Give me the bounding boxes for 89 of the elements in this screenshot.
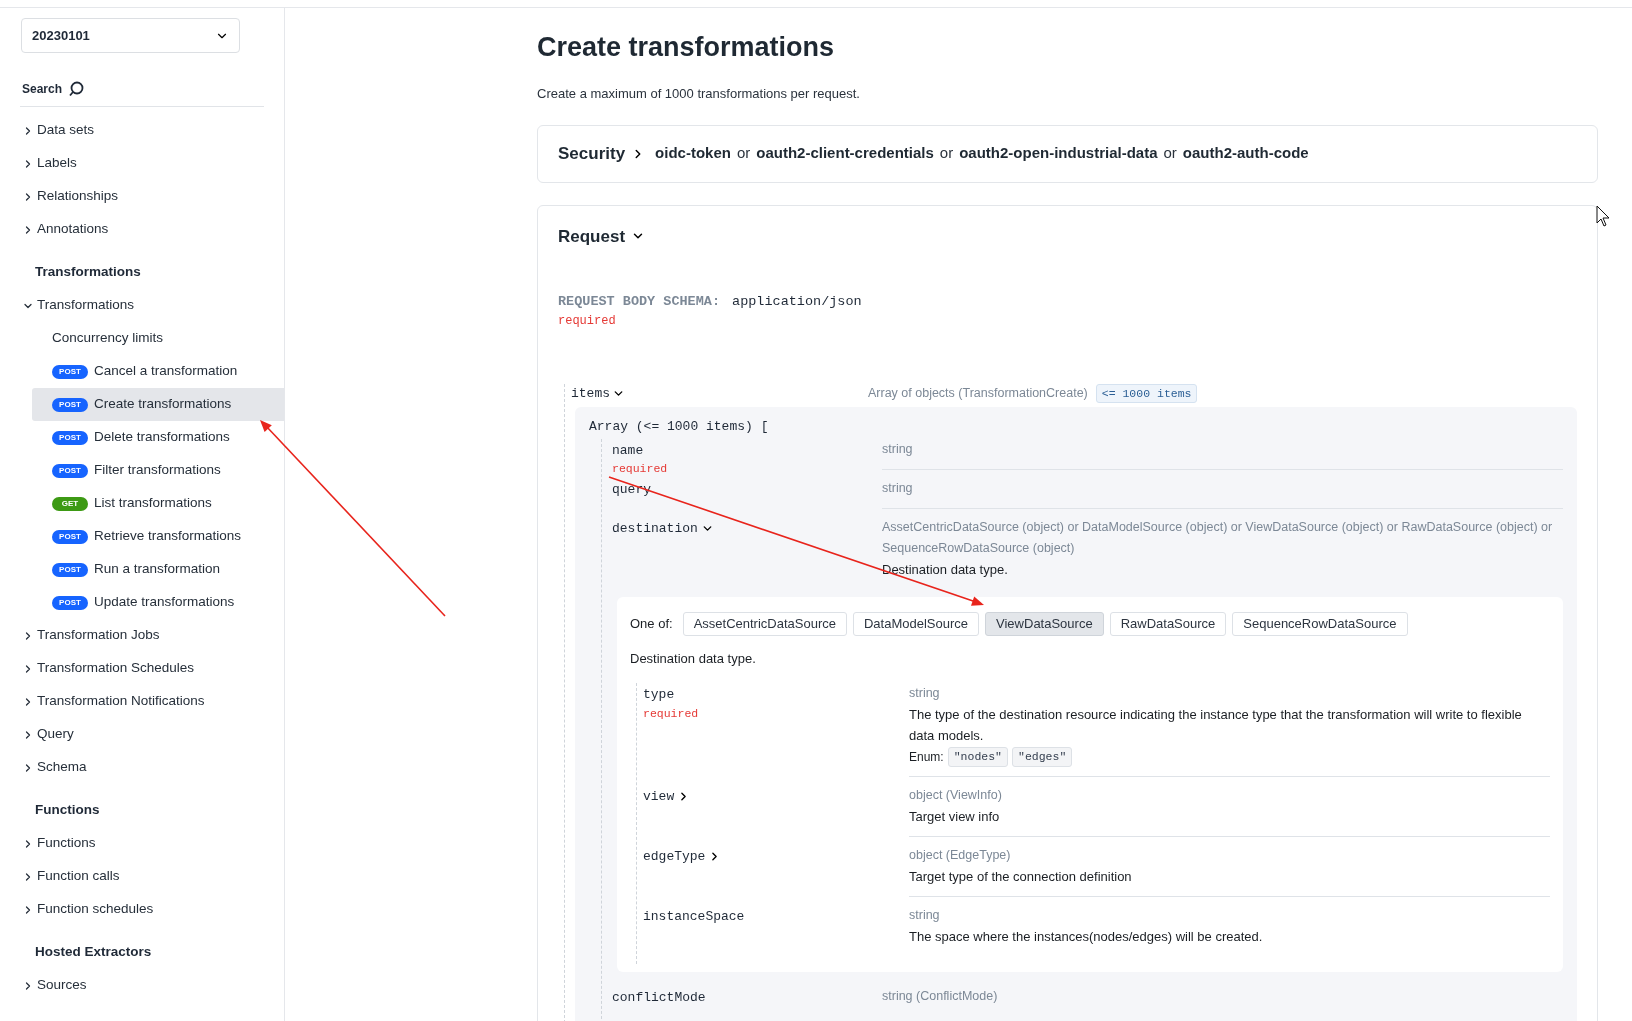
field-name: query	[612, 480, 651, 499]
field-type: object (EdgeType)	[909, 846, 1012, 864]
sidebar-group[interactable]: Functions	[22, 827, 284, 860]
security-scheme: oauth2-client-credentials	[756, 143, 934, 164]
field-description: Target type of the connection definition	[909, 867, 1133, 886]
sidebar-item[interactable]: POST Delete transformations	[32, 421, 284, 454]
enum-value: "edges"	[1012, 747, 1073, 767]
method-badge: POST	[52, 529, 88, 544]
sidebar-group[interactable]: Relationships	[22, 180, 284, 213]
sidebar-group[interactable]: Transformation Jobs	[22, 619, 284, 652]
required-label: required	[558, 313, 617, 331]
schema-option-tab[interactable]: RawDataSource	[1109, 611, 1227, 636]
field-type: Array of objects (TransformationCreate)	[868, 384, 1088, 402]
field-name[interactable]: edgeType	[643, 846, 706, 866]
constraint-badge: <= 1000 items	[1095, 383, 1198, 403]
schema-label: REQUEST BODY SCHEMA:	[558, 293, 721, 311]
array-open: Array (<= 1000 items) [	[588, 418, 770, 437]
page-title: Create transformations	[537, 31, 836, 64]
field-name: type	[643, 686, 675, 705]
sidebar-group[interactable]: Labels	[22, 147, 284, 180]
sidebar-item[interactable]: POST Filter transformations	[32, 454, 284, 487]
method-badge: POST	[52, 430, 88, 445]
field-description: Destination data type.	[882, 560, 1009, 579]
field-description: The type of the destination resource indicating the instance type that the transformation will write to flexible data models.	[909, 706, 1523, 746]
method-badge: POST	[52, 595, 88, 610]
field-description: Target view info	[909, 807, 1001, 826]
security-scheme: oidc-token	[655, 143, 731, 164]
sidebar-group[interactable]: Data sets	[22, 114, 284, 147]
sidebar-group[interactable]: Sources	[22, 969, 284, 1002]
required-label: required	[612, 461, 669, 478]
sidebar-group[interactable]: Function schedules	[22, 893, 284, 926]
enum-value: "nodes"	[947, 747, 1008, 767]
sidebar-group[interactable]: Schema	[22, 751, 284, 784]
page-subtitle: Create a maximum of 1000 transformations per request.	[537, 85, 861, 103]
field-type: string (ConflictMode)	[882, 987, 999, 1005]
field-type: string	[909, 906, 941, 924]
sidebar-group[interactable]: Annotations	[22, 213, 284, 246]
field-description: The space where the instances(nodes/edges) will be created.	[909, 927, 1264, 946]
schema-option-tab[interactable]: SequenceRowDataSource	[1232, 611, 1408, 636]
one-of-label: One of:	[630, 615, 673, 633]
sidebar-heading: Functions	[35, 801, 101, 820]
request-title[interactable]: Request	[558, 223, 626, 249]
sidebar-item[interactable]: POST Update transformations	[32, 586, 284, 619]
method-badge: GET	[52, 496, 88, 511]
version-select[interactable]: 20230101	[21, 18, 240, 53]
sidebar-item[interactable]: POST Run a transformation	[32, 553, 284, 586]
enum-label: Enum:	[909, 748, 944, 766]
sidebar-item[interactable]: POST Retrieve transformations	[32, 520, 284, 553]
field-name: name	[612, 441, 644, 460]
content-type: application/json	[732, 293, 862, 311]
field-name: instanceSpace	[643, 907, 745, 926]
security-joiner: or	[736, 143, 751, 164]
method-badge: POST	[52, 364, 88, 379]
sidebar-heading: Transformations	[35, 263, 142, 282]
field-type: string	[909, 685, 941, 703]
sidebar-heading: Hosted Extractors	[35, 943, 153, 962]
sidebar-group[interactable]: Transformations	[22, 289, 284, 322]
search-icon[interactable]	[68, 81, 85, 97]
one-of-description: Destination data type.	[630, 649, 757, 668]
field-type: string	[882, 479, 914, 497]
security-card[interactable]: Security oidc-token or oauth2-client-credentials or oauth2-open-industrial-data or oauth2-auth-code	[537, 124, 1598, 183]
sidebar-group[interactable]: Transformation Schedules	[22, 652, 284, 685]
sidebar-item[interactable]: GET List transformations	[32, 487, 284, 520]
schema-option-tab[interactable]: AssetCentricDataSource	[682, 611, 847, 636]
security-joiner: or	[939, 143, 954, 164]
sidebar-item[interactable]: POST Cancel a transformation	[32, 355, 284, 388]
method-badge: POST	[52, 397, 88, 412]
mouse-cursor-icon	[1596, 205, 1610, 227]
security-scheme: oauth2-open-industrial-data	[959, 143, 1158, 164]
security-scheme: oauth2-auth-code	[1182, 143, 1309, 164]
sidebar-group[interactable]: Function calls	[22, 860, 284, 893]
field-name: conflictMode	[612, 988, 706, 1007]
method-badge: POST	[52, 562, 88, 577]
method-badge: POST	[52, 463, 88, 478]
security-joiner: or	[1163, 143, 1177, 164]
sidebar-item[interactable]: Concurrency limits	[32, 322, 284, 355]
sidebar-item[interactable]: POST Create transformations	[32, 388, 284, 421]
field-type: AssetCentricDataSource (object) or DataModelSource (object) or ViewDataSource (object) or RawDataSource (object) or SequenceRowDataSource (object)	[882, 518, 1554, 557]
field-type: string	[882, 440, 914, 458]
schema-option-tab[interactable]: DataModelSource	[853, 611, 980, 636]
field-name[interactable]: view	[643, 786, 675, 806]
sidebar-group[interactable]: Transformation Notifications	[22, 685, 284, 718]
required-label: required	[643, 705, 700, 722]
field-type: object (ViewInfo)	[909, 786, 1003, 804]
field-name[interactable]: destination	[612, 518, 698, 539]
field-name[interactable]: items	[571, 383, 610, 403]
search-label[interactable]: Search	[20, 80, 63, 98]
schema-option-tab[interactable]: ViewDataSource	[985, 611, 1104, 636]
sidebar-group[interactable]: Query	[22, 718, 284, 751]
